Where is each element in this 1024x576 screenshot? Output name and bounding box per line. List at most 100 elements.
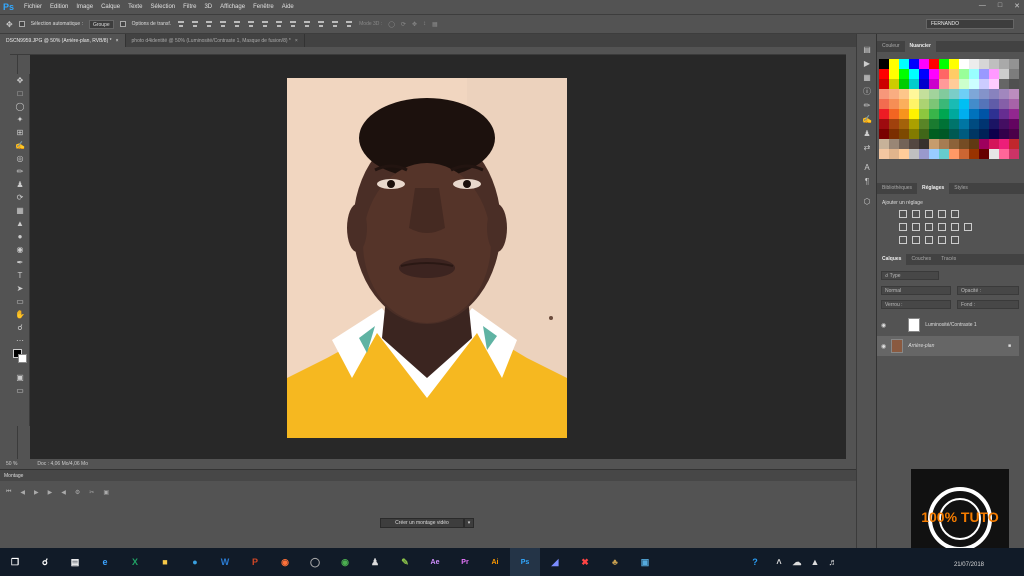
color-swatch[interactable] — [889, 89, 899, 99]
menu-image[interactable]: Image — [72, 4, 97, 10]
color-swatch[interactable] — [979, 129, 989, 139]
character-icon[interactable]: A — [857, 160, 877, 174]
text-tool-icon[interactable]: T — [10, 269, 30, 282]
menu-file[interactable]: Fichier — [20, 4, 46, 10]
color-swatch[interactable] — [949, 59, 959, 69]
color-swatch[interactable] — [999, 139, 1009, 149]
color-swatch[interactable] — [949, 99, 959, 109]
group-select[interactable]: Groupe — [88, 19, 114, 29]
color-swatch[interactable] — [899, 109, 909, 119]
curves-icon[interactable] — [925, 210, 933, 218]
bucket-tool-icon[interactable]: ▲ — [10, 217, 30, 230]
color-swatch[interactable] — [879, 139, 889, 149]
after-effects-icon[interactable]: Ae — [420, 548, 450, 576]
tab-layers[interactable]: Calques — [877, 254, 907, 265]
healing-brush-icon[interactable]: ◎ — [10, 152, 30, 165]
color-swatch[interactable] — [979, 89, 989, 99]
color-swatch[interactable] — [879, 89, 889, 99]
menu-filter[interactable]: Filtre — [179, 4, 200, 10]
color-swatch[interactable] — [909, 109, 919, 119]
word-icon[interactable]: W — [210, 548, 240, 576]
more-tools-icon[interactable]: ⋯ — [10, 334, 30, 347]
color-swatch[interactable] — [1009, 99, 1019, 109]
color-swatch[interactable] — [939, 99, 949, 109]
color-swatch[interactable] — [899, 69, 909, 79]
color-swatch[interactable] — [939, 149, 949, 159]
minimize-icon[interactable]: — — [979, 2, 986, 10]
align-bottom-icon[interactable] — [205, 20, 213, 28]
powerpoint-icon[interactable]: P — [240, 548, 270, 576]
transition-icon[interactable]: ▣ — [103, 489, 109, 496]
color-swatch[interactable] — [949, 69, 959, 79]
color-swatch[interactable] — [879, 59, 889, 69]
selective-color-icon[interactable] — [951, 236, 959, 244]
tab-libraries[interactable]: Bibliothèques — [877, 183, 917, 194]
color-swatch[interactable] — [989, 149, 999, 159]
align-left-icon[interactable] — [219, 20, 227, 28]
blend-mode-select[interactable]: Normal — [881, 286, 951, 295]
workspace-select[interactable]: FERNANDO — [926, 19, 1014, 29]
color-swatch[interactable] — [989, 139, 999, 149]
vibrance-icon[interactable] — [951, 210, 959, 218]
color-swatch[interactable] — [949, 89, 959, 99]
color-swatch[interactable] — [999, 99, 1009, 109]
edge-icon[interactable]: e — [90, 548, 120, 576]
color-swatch[interactable] — [989, 69, 999, 79]
split-icon[interactable]: ✂ — [89, 489, 94, 496]
color-swatch[interactable] — [959, 59, 969, 69]
properties-icon[interactable]: ▦ — [857, 70, 877, 84]
color-swatch[interactable] — [999, 149, 1009, 159]
color-swatch[interactable] — [979, 119, 989, 129]
color-swatch[interactable] — [899, 129, 909, 139]
color-swatch[interactable] — [929, 149, 939, 159]
color-swatch[interactable] — [999, 59, 1009, 69]
color-swatch[interactable] — [1009, 109, 1019, 119]
color-swatch[interactable] — [879, 129, 889, 139]
color-swatch[interactable] — [1009, 129, 1019, 139]
tab-channels[interactable]: Couches — [906, 254, 936, 265]
color-swatch[interactable] — [939, 119, 949, 129]
color-swatch[interactable] — [879, 69, 889, 79]
history-brush-icon[interactable]: ⟳ — [10, 191, 30, 204]
color-swatch[interactable] — [979, 59, 989, 69]
volume-icon[interactable]: ♬ — [824, 548, 842, 576]
color-swatch[interactable] — [979, 69, 989, 79]
brushes-icon[interactable]: ✏ — [857, 98, 877, 112]
color-balance-icon[interactable] — [912, 223, 920, 231]
color-swatch[interactable] — [969, 129, 979, 139]
color-swatch[interactable] — [989, 99, 999, 109]
screen-mode-icon[interactable]: ▭ — [10, 384, 30, 397]
premiere-icon[interactable]: Pr — [450, 548, 480, 576]
history-icon[interactable]: ▤ — [857, 42, 877, 56]
color-swatch[interactable] — [929, 79, 939, 89]
fill-field[interactable]: Fond : — [957, 300, 1019, 309]
color-swatch[interactable] — [929, 129, 939, 139]
3d-icon[interactable]: ⬡ — [857, 194, 877, 208]
color-swatch[interactable] — [1009, 69, 1019, 79]
color-swatch[interactable] — [929, 69, 939, 79]
color-swatch[interactable] — [969, 69, 979, 79]
color-swatch[interactable] — [889, 79, 899, 89]
document-photo[interactable] — [287, 78, 567, 438]
channel-mixer-icon[interactable] — [951, 223, 959, 231]
color-swatch[interactable] — [939, 109, 949, 119]
actions-icon[interactable]: ▶ — [857, 56, 877, 70]
color-swatch[interactable] — [889, 149, 899, 159]
color-swatch[interactable] — [999, 129, 1009, 139]
help-icon[interactable]: ? — [740, 548, 770, 576]
color-swatch[interactable] — [939, 59, 949, 69]
tab-paths[interactable]: Tracés — [936, 254, 961, 265]
color-swatch[interactable] — [969, 139, 979, 149]
shape-tool-icon[interactable]: ▭ — [10, 295, 30, 308]
color-swatch[interactable] — [929, 139, 939, 149]
hue-saturation-icon[interactable] — [899, 223, 907, 231]
quick-mask-icon[interactable]: ▣ — [10, 371, 30, 384]
color-swatch[interactable] — [889, 69, 899, 79]
color-swatch[interactable] — [999, 79, 1009, 89]
close-icon[interactable]: × — [295, 38, 298, 44]
transform-checkbox[interactable] — [119, 21, 126, 27]
color-swatch[interactable] — [919, 139, 929, 149]
color-swatch[interactable] — [929, 59, 939, 69]
color-swatch[interactable] — [909, 79, 919, 89]
tab-document-2[interactable]: photo d4identité @ 50% (Luminosité/Contr… — [126, 34, 305, 47]
